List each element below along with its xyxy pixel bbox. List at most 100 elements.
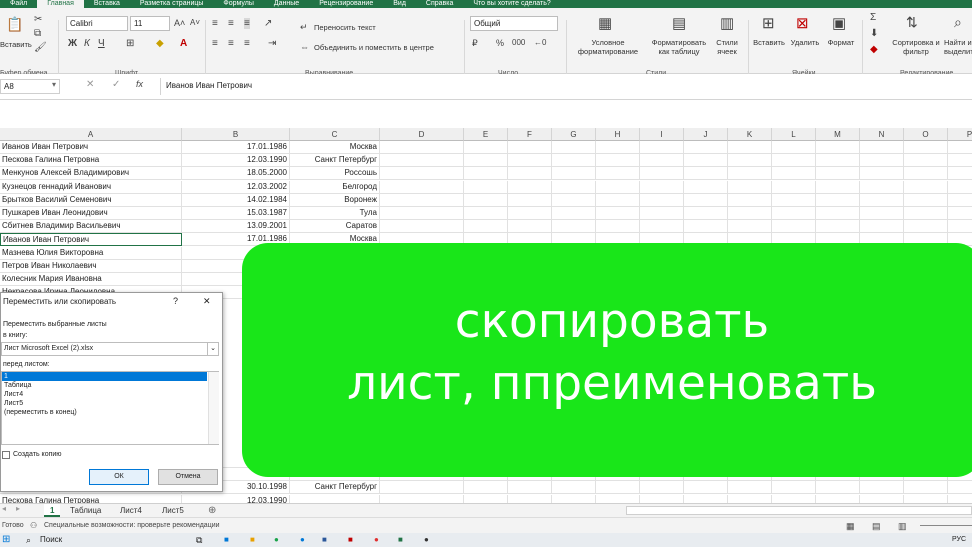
column-header[interactable]: B [182, 128, 290, 141]
table-cell[interactable] [816, 220, 860, 234]
wrap-text-icon[interactable]: ↵ [300, 22, 308, 33]
table-cell[interactable] [380, 141, 464, 154]
table-cell[interactable] [640, 154, 684, 168]
table-cell[interactable] [904, 481, 948, 495]
table-cell[interactable] [640, 141, 684, 154]
table-cell[interactable] [552, 193, 596, 207]
table-cell[interactable] [860, 167, 904, 181]
column-header[interactable]: D [380, 128, 464, 141]
table-cell[interactable] [860, 481, 904, 495]
table-cell[interactable] [684, 154, 728, 168]
table-cell[interactable]: Москва [290, 141, 380, 154]
table-cell[interactable] [816, 494, 860, 503]
task-view-icon[interactable]: ⧉ [196, 533, 202, 547]
tab-help[interactable]: Справка [416, 0, 463, 8]
book-select[interactable]: Лист Microsoft Excel (2).xlsx [1, 342, 219, 356]
table-cell[interactable] [596, 220, 640, 234]
table-cell[interactable] [640, 481, 684, 495]
table-cell[interactable]: Иванов Иван Петрович [0, 233, 182, 247]
table-cell[interactable]: Санкт Петербург [290, 481, 380, 495]
align-bottom-icon[interactable]: ≡ [244, 18, 250, 29]
scroll-right-icon[interactable]: ▸ [16, 504, 20, 513]
table-cell[interactable] [948, 220, 972, 234]
increase-decimal-icon[interactable]: ←0 [534, 38, 546, 47]
table-cell[interactable] [684, 141, 728, 154]
table-cell[interactable]: Пескова Галина Петровна [0, 154, 182, 168]
table-cell[interactable] [772, 494, 816, 503]
table-cell[interactable] [728, 167, 772, 181]
table-cell[interactable] [728, 207, 772, 220]
insert-cells-icon[interactable]: ⊞ [762, 14, 775, 32]
table-cell[interactable] [860, 207, 904, 220]
column-header[interactable]: H [596, 128, 640, 141]
app-icon[interactable]: ■ [348, 533, 353, 547]
table-cell[interactable] [380, 481, 464, 495]
table-cell[interactable]: Петров Иван Николаевич [0, 259, 182, 273]
table-cell[interactable] [596, 141, 640, 154]
table-cell[interactable]: 12.03.2002 [182, 180, 290, 194]
table-cell[interactable] [904, 193, 948, 207]
table-cell[interactable] [772, 141, 816, 154]
table-cell[interactable] [860, 141, 904, 154]
table-cell[interactable] [640, 494, 684, 503]
tell-me[interactable]: Что вы хотите сделать? [463, 0, 560, 8]
table-cell[interactable] [684, 481, 728, 495]
table-cell[interactable]: Колесник Мария Ивановна [0, 273, 182, 286]
language-indicator[interactable]: РУС [952, 533, 966, 547]
table-cell[interactable] [640, 167, 684, 181]
copy-icon[interactable]: ⧉ [34, 28, 41, 39]
formula-input[interactable]: Иванов Иван Петрович [160, 78, 972, 95]
paste-icon[interactable]: 📋 [0, 16, 30, 33]
clear-icon[interactable]: ◆ [870, 44, 878, 55]
sort-filter-icon[interactable]: ⇅ [906, 14, 918, 31]
name-box[interactable]: A8 [0, 79, 60, 94]
list-item[interactable]: 1 [2, 372, 207, 381]
app-icon[interactable]: ● [374, 533, 379, 547]
table-cell[interactable] [772, 180, 816, 194]
start-icon[interactable]: ⊞ [2, 533, 10, 547]
normal-view-icon[interactable]: ▦ [846, 518, 855, 534]
table-cell[interactable] [904, 154, 948, 168]
table-cell[interactable] [860, 193, 904, 207]
table-cell[interactable]: Воронеж [290, 193, 380, 207]
align-right-icon[interactable]: ≡ [244, 38, 250, 49]
table-cell[interactable] [380, 494, 464, 503]
table-cell[interactable] [508, 220, 552, 234]
sort-filter-button[interactable]: Сортировка и фильтр [890, 38, 942, 56]
table-cell[interactable] [816, 154, 860, 168]
table-cell[interactable]: 18.05.2000 [182, 167, 290, 181]
align-center-icon[interactable]: ≡ [228, 38, 234, 49]
column-header[interactable]: G [552, 128, 596, 141]
sheet-tab-table[interactable]: Таблица [64, 504, 107, 517]
number-format-combo[interactable]: Общий [470, 16, 558, 31]
table-cell[interactable] [860, 154, 904, 168]
find-select-button[interactable]: Найти и выделить [944, 38, 972, 56]
table-cell[interactable] [860, 494, 904, 503]
table-cell[interactable] [728, 481, 772, 495]
delete-cells-button[interactable]: Удалить [788, 38, 822, 47]
table-cell[interactable]: Санкт Петербург [290, 154, 380, 168]
table-cell[interactable] [684, 220, 728, 234]
table-cell[interactable] [684, 180, 728, 194]
wrap-text-button[interactable]: Переносить текст [314, 23, 376, 32]
table-cell[interactable] [380, 207, 464, 220]
cell-styles-button[interactable]: Стили ячеек [710, 38, 744, 56]
table-cell[interactable] [640, 207, 684, 220]
conditional-format-button[interactable]: Условное форматирование [572, 38, 644, 56]
scroll-left-icon[interactable]: ◂ [2, 504, 6, 513]
align-left-icon[interactable]: ≡ [212, 38, 218, 49]
column-header[interactable]: J [684, 128, 728, 141]
table-cell[interactable] [684, 207, 728, 220]
column-header[interactable]: N [860, 128, 904, 141]
accessibility-status[interactable]: Специальные возможности: проверьте реком… [44, 518, 220, 534]
table-cell[interactable] [772, 167, 816, 181]
ok-button[interactable]: ОК [89, 469, 149, 485]
sheet-tab-1[interactable]: 1 [44, 504, 61, 517]
delete-cells-icon[interactable]: ⊠ [796, 14, 809, 32]
table-cell[interactable] [464, 193, 508, 207]
table-cell[interactable] [948, 207, 972, 220]
table-cell[interactable] [552, 141, 596, 154]
tab-formulas[interactable]: Формулы [213, 0, 263, 8]
table-cell[interactable] [290, 494, 380, 503]
column-header[interactable]: L [772, 128, 816, 141]
